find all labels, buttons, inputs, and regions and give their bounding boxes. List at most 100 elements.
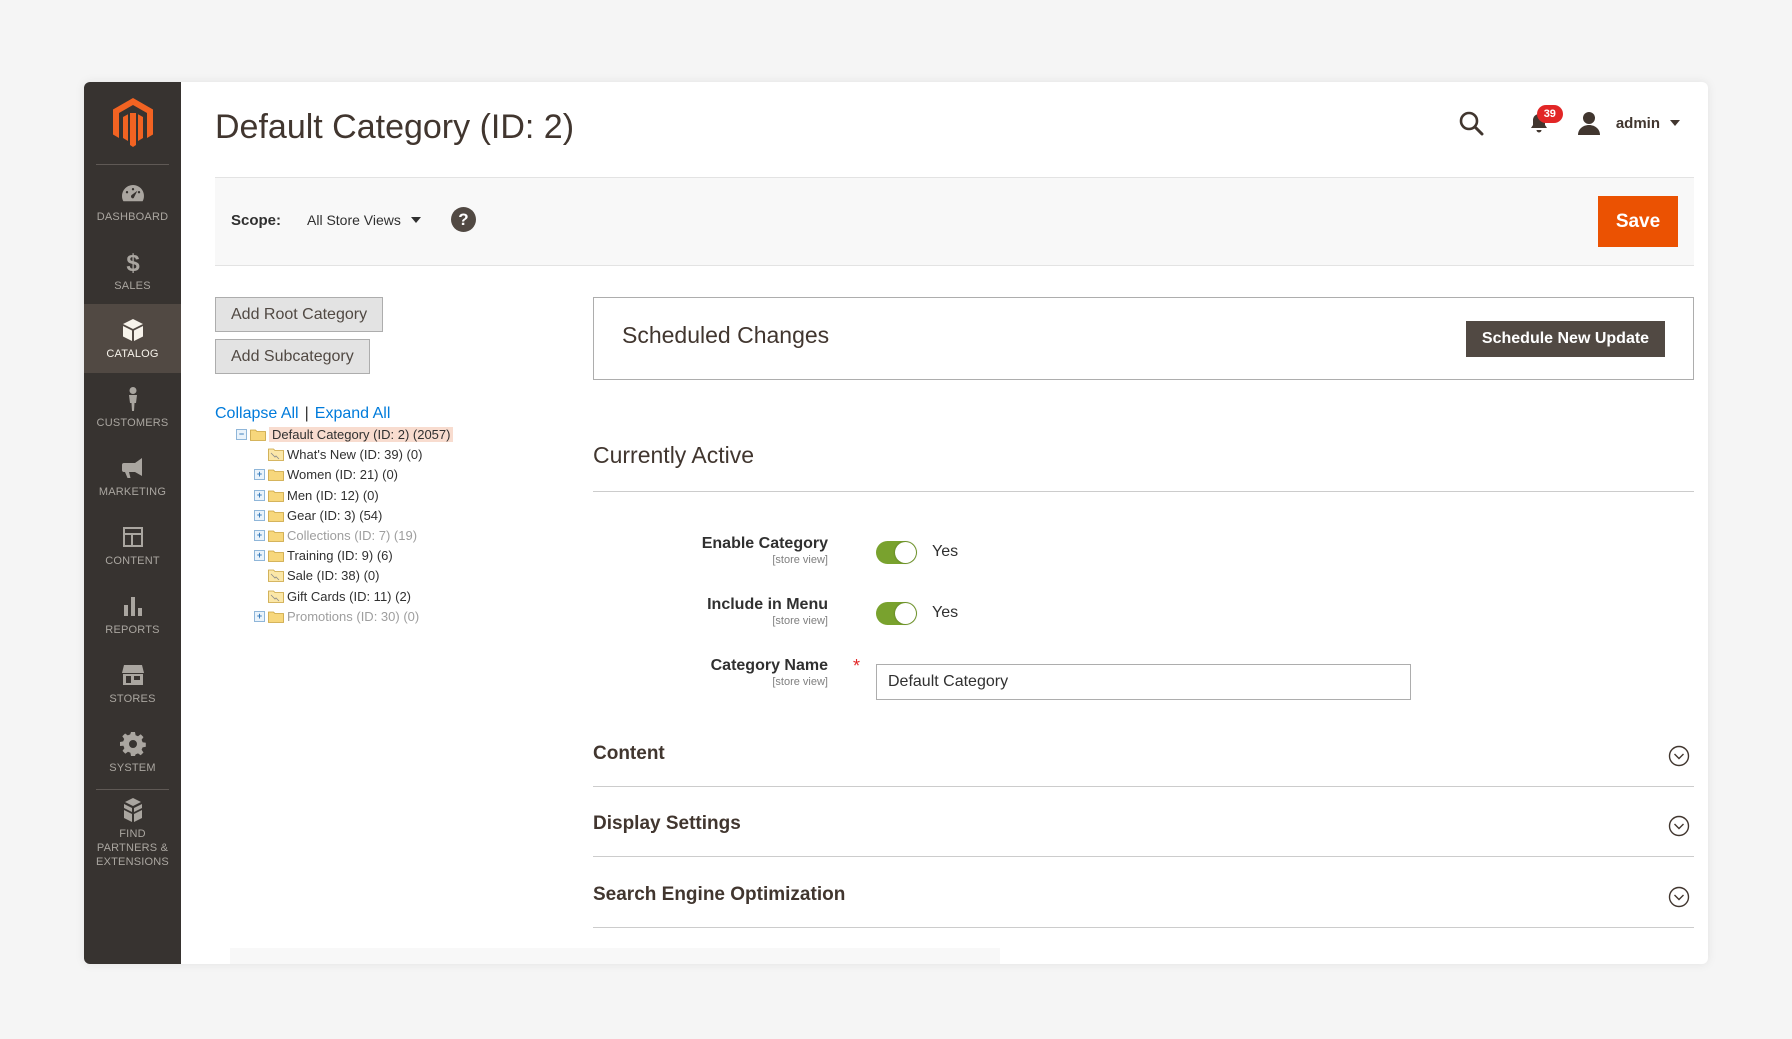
sidebar-item-catalog[interactable]: Catalog: [84, 304, 181, 373]
sidebar-item-label: Content: [105, 554, 160, 567]
folder-icon: [268, 510, 284, 522]
expand-plus-icon[interactable]: +: [254, 489, 265, 501]
layout-icon: [122, 526, 143, 547]
tree-node-label: Default Category (ID: 2) (2057): [269, 427, 454, 442]
tree-node-label: Collections (ID: 7) (19): [287, 528, 418, 543]
scheduled-changes-title: Scheduled Changes: [622, 322, 830, 348]
section-divider: [593, 786, 1694, 787]
content-section-toggle[interactable]: Content: [593, 721, 1694, 787]
tree-node[interactable]: + Gear (ID: 3) (54): [254, 506, 382, 525]
sidebar-item-system[interactable]: System: [84, 718, 181, 787]
collapse-minus-icon[interactable]: −: [236, 429, 247, 440]
sidebar-item-customers[interactable]: Customers: [84, 373, 181, 442]
folder-icon: [268, 550, 284, 563]
user-name: admin: [1615, 114, 1660, 132]
category-name-label: Category Name [store view]: [658, 657, 828, 688]
tree-node[interactable]: Sale (ID: 38) (0): [254, 566, 379, 585]
tree-node-label: Training (ID: 9) (6): [287, 548, 393, 564]
dashboard-icon: [121, 184, 144, 201]
sidebar-item-sales[interactable]: $ Sales: [84, 236, 181, 305]
dollar-icon: $: [126, 250, 140, 275]
tree-node[interactable]: − Default Category (ID: 2) (2057): [236, 425, 454, 444]
expand-plus-icon[interactable]: +: [254, 469, 265, 481]
sidebar-item-label: Sales: [114, 279, 151, 292]
field-scope: [store view]: [772, 676, 828, 688]
tree-node-label: Women (ID: 21) (0): [287, 467, 399, 483]
help-icon[interactable]: ?: [451, 207, 476, 232]
field-name: Enable Category: [701, 535, 828, 552]
section-divider: [593, 491, 1694, 492]
sidebar-item-dashboard[interactable]: Dashboard: [84, 167, 181, 236]
collapse-all-link[interactable]: Collapse All: [215, 405, 299, 422]
save-button[interactable]: Save: [1598, 196, 1678, 247]
sidebar-item-find-partners[interactable]: Find Partners & Extensions: [84, 792, 181, 874]
schedule-new-update-button[interactable]: Schedule New Update: [1466, 321, 1665, 357]
sidebar-item-label: Marketing: [98, 485, 167, 498]
tree-node[interactable]: + Men (ID: 12) (0): [254, 486, 379, 505]
section-title: Search Engine Optimization: [593, 884, 846, 905]
field-scope: [store view]: [772, 615, 828, 627]
cube-icon: [122, 318, 143, 341]
chevron-down-icon: [1670, 120, 1680, 126]
sidebar-item-label: Catalog: [106, 347, 159, 360]
store-icon: [121, 664, 144, 685]
bottom-strip: [230, 948, 1000, 964]
expand-plus-icon[interactable]: +: [254, 530, 265, 541]
chevron-down-circle-icon: [1668, 815, 1690, 837]
sidebar-item-label: Find Partners & Extensions: [96, 828, 169, 868]
tree-node[interactable]: + Promotions (ID: 30) (0): [254, 607, 419, 626]
boxes-icon: [123, 798, 142, 822]
chevron-down-circle-icon: [1668, 745, 1690, 767]
add-subcategory-button[interactable]: Add Subcategory: [215, 339, 370, 374]
scheduled-changes-panel: Scheduled Changes Schedule New Update: [593, 297, 1694, 380]
bar-chart-icon: [123, 596, 142, 616]
tree-node[interactable]: + Women (ID: 21) (0): [254, 465, 398, 484]
user-menu[interactable]: admin: [1576, 110, 1680, 136]
sidebar-item-label: Dashboard: [96, 210, 169, 223]
expand-plus-icon[interactable]: +: [254, 610, 265, 622]
sidebar-item-content[interactable]: Content: [84, 511, 181, 580]
display-settings-section-toggle[interactable]: Display Settings: [593, 791, 1694, 857]
tree-node-label: Men (ID: 12) (0): [287, 487, 379, 503]
enable-category-toggle[interactable]: [876, 541, 917, 564]
sidebar-item-label: Reports: [105, 623, 160, 636]
include-in-menu-toggle[interactable]: [876, 602, 917, 625]
section-title: Content: [593, 743, 665, 764]
tree-node[interactable]: + Collections (ID: 7) (19): [254, 526, 417, 545]
sidebar-item-label: Customers: [96, 416, 169, 429]
header-actions: 39 admin: [1454, 105, 1680, 140]
expand-all-link[interactable]: Expand All: [315, 405, 391, 422]
search-button[interactable]: [1454, 106, 1488, 140]
expand-plus-icon[interactable]: +: [254, 509, 265, 521]
add-root-category-button[interactable]: Add Root Category: [215, 297, 384, 332]
folder-icon: [268, 530, 284, 542]
tree-node-label: Gift Cards (ID: 11) (2): [287, 588, 412, 604]
tree-node[interactable]: + Training (ID: 9) (6): [254, 546, 393, 565]
enable-category-label: Enable Category [store view]: [658, 535, 828, 566]
sidebar-item-reports[interactable]: Reports: [84, 580, 181, 649]
category-name-input[interactable]: [876, 664, 1411, 700]
sidebar-item-label: Stores: [109, 692, 156, 705]
tree-node[interactable]: What's New (ID: 39) (0): [254, 445, 422, 464]
gear-icon: [119, 731, 146, 756]
sidebar-item-marketing[interactable]: Marketing: [84, 442, 181, 511]
section-divider: [593, 856, 1694, 857]
sidebar-item-stores[interactable]: Stores: [84, 649, 181, 718]
magento-logo-icon[interactable]: [110, 96, 156, 148]
folder-open-icon: [268, 448, 284, 462]
sidebar-divider: [96, 164, 169, 165]
search-icon: [1459, 111, 1484, 136]
seo-section-toggle[interactable]: Search Engine Optimization: [593, 862, 1694, 928]
sidebar-item-label: System: [109, 761, 156, 774]
admin-window: Dashboard $ Sales Catalog Customers Mark…: [84, 82, 1708, 964]
chevron-down-circle-icon: [1668, 886, 1690, 908]
expand-plus-icon[interactable]: +: [254, 550, 265, 562]
notifications-button[interactable]: 39: [1522, 105, 1563, 140]
include-in-menu-value: Yes: [932, 604, 959, 621]
chevron-down-icon: [410, 217, 421, 223]
scope-bar: Scope: All Store Views ? Save: [215, 177, 1694, 266]
scope-switcher[interactable]: All Store Views: [307, 212, 421, 228]
tree-node[interactable]: Gift Cards (ID: 11) (2): [254, 587, 411, 606]
tree-links: Collapse All | Expand All: [215, 405, 390, 423]
field-name: Include in Menu: [707, 596, 828, 613]
